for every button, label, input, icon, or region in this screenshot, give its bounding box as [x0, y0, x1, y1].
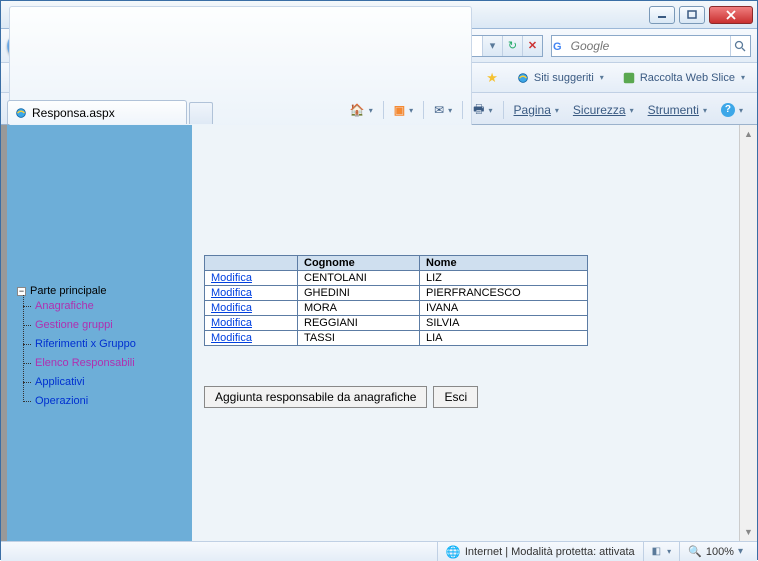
collapse-icon[interactable]: −: [17, 287, 26, 296]
exit-button[interactable]: Esci: [433, 386, 478, 408]
security-zone: 🌐 Internet | Modalità protetta: attivata: [437, 542, 643, 561]
chevron-down-icon[interactable]: ▾: [738, 546, 743, 557]
refresh-button[interactable]: ↻: [502, 36, 522, 56]
th-cognome: Cognome: [298, 256, 420, 271]
tools-label: Strumenti: [648, 103, 699, 117]
rss-icon: ▣: [394, 103, 405, 117]
help-button[interactable]: ?: [717, 101, 747, 119]
mail-icon: ✉: [434, 103, 444, 117]
webslice-link[interactable]: Raccolta Web Slice: [618, 71, 749, 85]
mail-button[interactable]: ✉: [430, 101, 456, 119]
globe-icon: 🌐: [446, 545, 461, 559]
close-button[interactable]: [709, 6, 753, 24]
tab-active[interactable]: Responsa.aspx: [7, 100, 187, 124]
cell-cognome: CENTOLANI: [298, 271, 420, 286]
svg-text:G: G: [553, 41, 562, 53]
tools-menu[interactable]: Strumenti: [644, 101, 711, 119]
status-bar: 🌐 Internet | Modalità protetta: attivata…: [1, 541, 757, 561]
edit-link[interactable]: Modifica: [211, 317, 252, 329]
cell-cognome: TASSI: [298, 331, 420, 346]
status-dropdown[interactable]: [665, 546, 671, 557]
tree-item-label: Anagrafiche: [35, 300, 94, 312]
zone-label: Internet | Modalità protetta: attivata: [465, 546, 635, 558]
vertical-scrollbar[interactable]: ▲ ▼: [739, 125, 757, 541]
table-row: Modifica CENTOLANILIZ: [205, 271, 588, 286]
new-tab-button[interactable]: [189, 102, 213, 124]
webslice-label: Raccolta Web Slice: [640, 72, 735, 84]
star-add-icon: ★: [486, 70, 498, 86]
page-label: Pagina: [514, 103, 551, 117]
scroll-up-icon[interactable]: ▲: [744, 127, 753, 141]
zoom-control[interactable]: 🔍 100% ▾: [679, 542, 751, 561]
ie-icon: [14, 106, 28, 120]
tab-label: Responsa.aspx: [32, 106, 115, 120]
favorites-bar: ★ Preferiti ★ Siti suggeriti Raccolta We…: [1, 63, 757, 93]
google-icon: G: [552, 39, 569, 53]
tree-item-label: Riferimenti x Gruppo: [35, 338, 136, 350]
minimize-button[interactable]: [649, 6, 675, 24]
search-bar: G: [551, 35, 751, 57]
ie-icon: [516, 71, 530, 85]
tree-item[interactable]: Gestione gruppi: [15, 316, 184, 335]
maximize-button[interactable]: [679, 6, 705, 24]
url-dropdown[interactable]: ▾: [482, 36, 502, 56]
zoom-icon: 🔍: [688, 545, 702, 558]
feeds-button[interactable]: ▣: [390, 101, 417, 119]
help-icon: ?: [721, 103, 735, 117]
tree-item[interactable]: Riferimenti x Gruppo: [15, 335, 184, 354]
edit-link[interactable]: Modifica: [211, 332, 252, 344]
cell-nome: SILVIA: [420, 316, 588, 331]
tree-item[interactable]: Elenco Responsabili: [15, 354, 184, 373]
protected-mode-icon[interactable]: ◧: [652, 546, 661, 557]
page-menu[interactable]: Pagina: [510, 101, 563, 119]
search-button[interactable]: [730, 36, 750, 56]
print-icon: 🖶: [473, 100, 484, 121]
cell-nome: PIERFRANCESCO: [420, 286, 588, 301]
print-button[interactable]: 🖶: [469, 98, 496, 123]
safety-menu[interactable]: Sicurezza: [569, 101, 638, 119]
tree-item[interactable]: Applicativi: [15, 373, 184, 392]
tree-item-label: Elenco Responsabili: [35, 357, 135, 369]
tree-root-node[interactable]: −Parte principale: [15, 285, 184, 297]
home-button[interactable]: 🏠: [346, 101, 377, 119]
add-favorite-button[interactable]: ★: [482, 70, 502, 86]
tree-item-label: Operazioni: [35, 395, 88, 407]
edit-link[interactable]: Modifica: [211, 272, 252, 284]
webslice-icon: [622, 71, 636, 85]
add-responsabile-button[interactable]: Aggiunta responsabile da anagrafiche: [204, 386, 427, 408]
th-action: [205, 256, 298, 271]
responsabili-table: Cognome Nome ModificaCENTOLANILIZModific…: [204, 255, 588, 346]
cell-cognome: REGGIANI: [298, 316, 420, 331]
suggested-sites-link[interactable]: Siti suggeriti: [512, 71, 608, 85]
content-area: −Parte principale Anagrafiche Gestione gr…: [1, 125, 757, 541]
table-row: Modifica MORAIVANA: [205, 301, 588, 316]
search-input[interactable]: [569, 38, 730, 54]
scroll-down-icon[interactable]: ▼: [744, 525, 753, 539]
zoom-label: 100%: [706, 546, 734, 558]
tree-root-label: Parte principale: [30, 285, 106, 297]
tree-sidebar: −Parte principale Anagrafiche Gestione gr…: [7, 125, 192, 541]
cell-cognome: GHEDINI: [298, 286, 420, 301]
cell-nome: LIA: [420, 331, 588, 346]
table-row: Modifica GHEDINIPIERFRANCESCO: [205, 286, 588, 301]
edit-link[interactable]: Modifica: [211, 302, 252, 314]
cell-nome: IVANA: [420, 301, 588, 316]
suggested-label: Siti suggeriti: [534, 72, 594, 84]
tree-item-label: Gestione gruppi: [35, 319, 113, 331]
stop-button[interactable]: ✕: [522, 36, 542, 56]
tree-item[interactable]: Anagrafiche: [15, 297, 184, 316]
command-bar: 🏠 ▣ ✉ 🖶 Pagina Sicurezza Strumenti ?: [346, 96, 751, 124]
edit-link[interactable]: Modifica: [211, 287, 252, 299]
cell-cognome: MORA: [298, 301, 420, 316]
th-nome: Nome: [420, 256, 588, 271]
home-icon: 🏠: [350, 103, 365, 117]
safety-label: Sicurezza: [573, 103, 626, 117]
cell-nome: LIZ: [420, 271, 588, 286]
main-panel: Cognome Nome ModificaCENTOLANILIZModific…: [192, 125, 739, 541]
table-row: Modifica TASSILIA: [205, 331, 588, 346]
tree-item[interactable]: Operazioni: [15, 392, 184, 411]
status-icons: ◧: [643, 542, 679, 561]
table-row: Modifica REGGIANISILVIA: [205, 316, 588, 331]
tree-item-label: Applicativi: [35, 376, 85, 388]
